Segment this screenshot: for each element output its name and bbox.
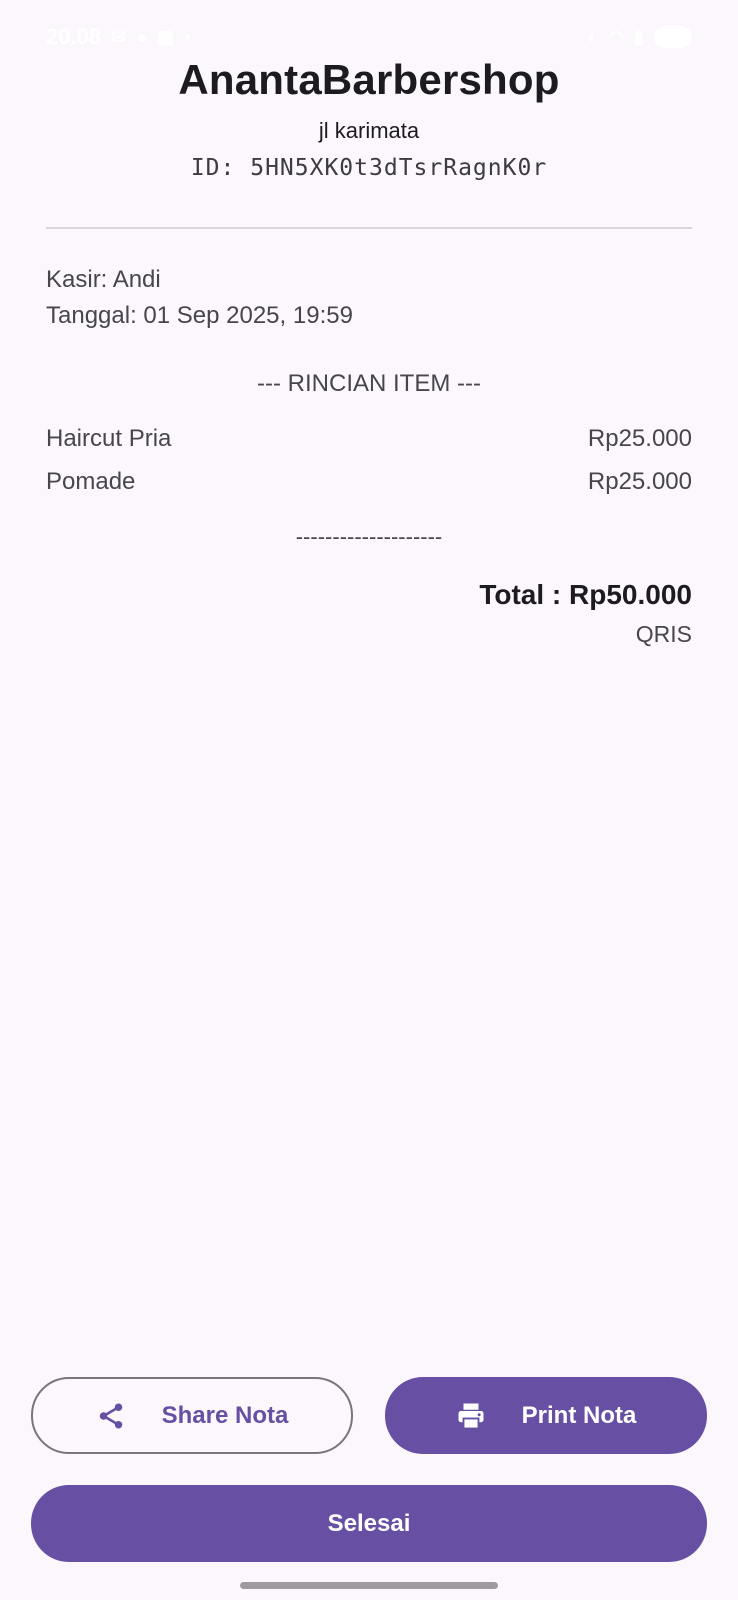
shop-name: AnantaBarbershop (178, 56, 560, 103)
status-right: ◐ ◠ ▮ (587, 26, 692, 48)
mute-icon: ◐ (587, 27, 599, 47)
selesai-button[interactable]: Selesai (31, 1485, 707, 1562)
total-amount: Total : Rp50.000 (479, 579, 692, 610)
status-left: 20.08 ✉ ● ▦ • (46, 24, 190, 50)
print-nota-label: Print Nota (521, 1401, 637, 1429)
calendar-icon: ▦ (157, 27, 175, 47)
dot-icon: • (184, 27, 191, 47)
battery-icon (654, 26, 692, 48)
signal-icon: ▮ (634, 27, 644, 47)
share-nota-button[interactable]: Share Nota (31, 1377, 353, 1454)
printer-icon (456, 1401, 486, 1431)
selesai-label: Selesai (327, 1509, 411, 1537)
header-divider (46, 227, 692, 229)
item-price: Rp25.000 (587, 425, 692, 452)
transaction-id: ID: 5HN5XK0t3dTsrRagnK0r (190, 155, 548, 181)
status-time: 20.08 (46, 24, 102, 49)
share-icon (96, 1401, 126, 1431)
shop-address: jl karimata (318, 118, 420, 143)
wifi-icon: ◠ (608, 27, 625, 47)
cashier-label: Kasir: Andi (46, 266, 161, 293)
print-nota-button[interactable]: Print Nota (385, 1377, 707, 1454)
item-name: Haircut Pria (46, 425, 172, 452)
date-label: Tanggal: 01 Sep 2025, 19:59 (46, 302, 353, 329)
item-price: Rp25.000 (587, 468, 692, 495)
item-name: Pomade (46, 468, 136, 495)
receipt-header: AnantaBarbershop jl karimata ID: 5HN5XK0… (0, 52, 738, 186)
items-separator: -------------------- (295, 524, 443, 549)
share-nota-label: Share Nota (161, 1401, 289, 1429)
home-indicator[interactable] (240, 1582, 498, 1589)
payment-method: QRIS (635, 621, 692, 647)
item-list: Haircut Pria Rp25.000 Pomade Rp25.000 (46, 421, 692, 507)
message-icon: ✉ (111, 27, 127, 47)
receipt-meta: Kasir: Andi Tanggal: 01 Sep 2025, 19:59 (46, 262, 353, 334)
list-item: Haircut Pria Rp25.000 (46, 421, 692, 464)
status-bar: 20.08 ✉ ● ▦ • ◐ ◠ ▮ (46, 22, 692, 52)
list-item: Pomade Rp25.000 (46, 464, 692, 507)
notification-icon: ● (136, 27, 148, 47)
items-section-title: --- RINCIAN ITEM --- (257, 370, 481, 397)
